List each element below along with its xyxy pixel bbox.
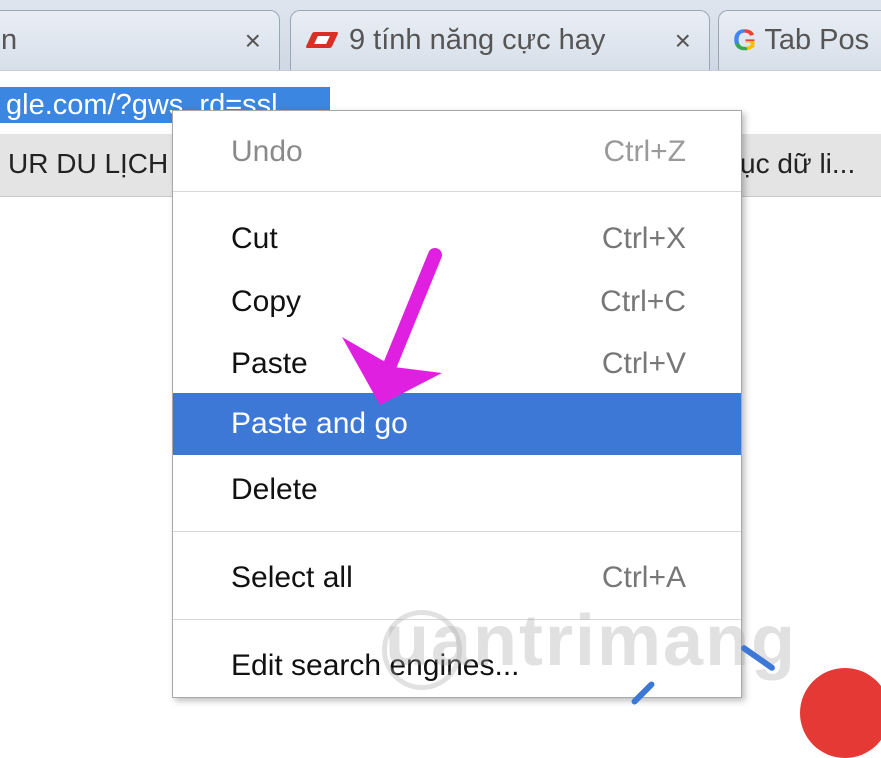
menu-item-shortcut: Ctrl+Z <box>603 135 687 168</box>
menu-separator <box>173 191 741 192</box>
background-fragment <box>800 668 881 758</box>
menu-item-undo[interactable]: Undo Ctrl+Z <box>173 121 741 183</box>
tab-strip: n × 9 tính năng cực hay × G Tab Pos <box>0 0 881 70</box>
menu-item-label: Delete <box>231 473 318 506</box>
menu-item-delete[interactable]: Delete <box>173 459 741 521</box>
menu-item-shortcut: Ctrl+X <box>601 222 686 255</box>
red-parallelogram-icon <box>309 32 335 50</box>
menu-item-label: Cut <box>231 222 278 255</box>
google-g-icon: G <box>733 23 757 57</box>
menu-item-label: Copy <box>231 285 302 318</box>
tab-title: Tab Pos <box>764 24 870 56</box>
menu-item-label: Select all <box>231 561 353 594</box>
menu-separator <box>173 531 741 532</box>
close-icon[interactable]: × <box>245 25 261 57</box>
browser-tab[interactable]: G Tab Pos <box>718 10 881 70</box>
menu-item-label: Paste <box>231 347 308 380</box>
menu-item-shortcut: Ctrl+C <box>600 285 686 318</box>
annotation-arrow-icon <box>342 248 442 405</box>
browser-tab-active[interactable]: 9 tính năng cực hay × <box>290 10 710 70</box>
close-icon[interactable]: × <box>675 25 691 57</box>
browser-tab[interactable]: n × <box>0 10 280 70</box>
bookmark-item[interactable]: ục dữ li... <box>740 148 855 180</box>
tab-title: 9 tính năng cực hay <box>349 24 606 56</box>
menu-item-label: Undo <box>231 135 303 168</box>
menu-item-shortcut: Ctrl+A <box>601 561 686 594</box>
bookmark-item[interactable]: UR DU LỊCH <box>8 148 168 180</box>
watermark: uantrimang <box>385 601 798 681</box>
menu-item-shortcut: Ctrl+V <box>601 347 686 380</box>
tab-title: n <box>1 24 18 56</box>
